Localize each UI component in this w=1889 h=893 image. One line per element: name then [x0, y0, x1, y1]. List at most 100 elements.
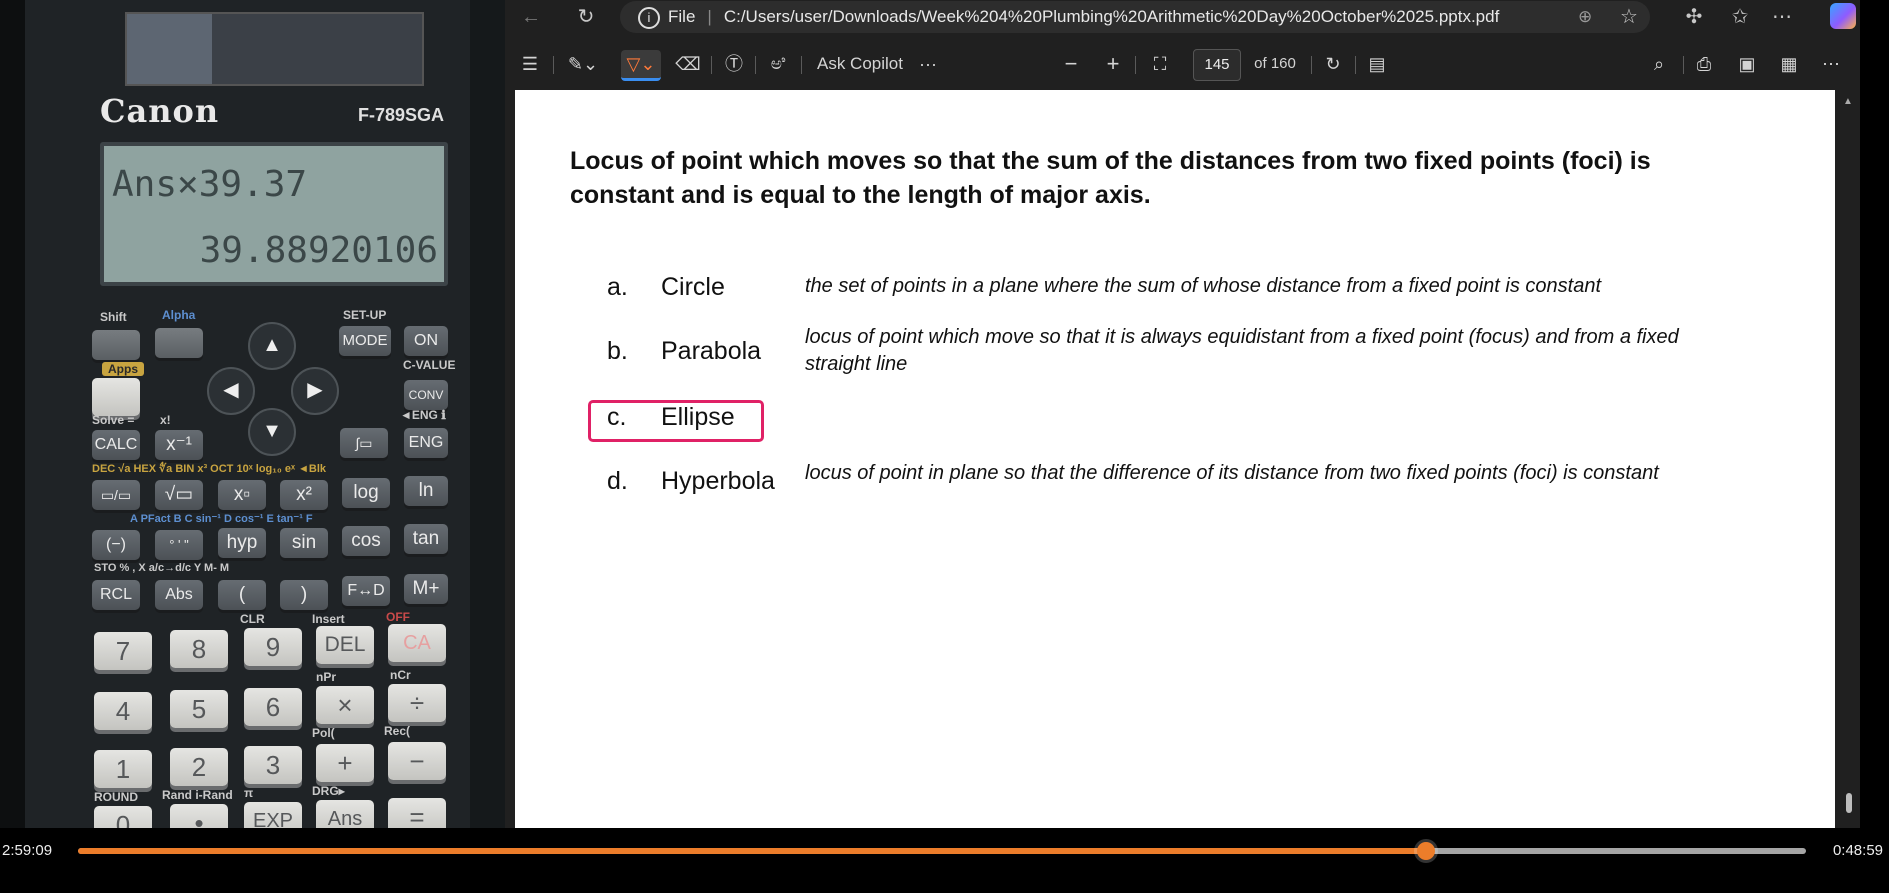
settings-more-icon[interactable]: ⋯ — [1817, 50, 1845, 78]
address-url: C:/Users/user/Downloads/Week%204%20Plumb… — [723, 7, 1500, 26]
back-icon[interactable]: ← — [518, 4, 544, 30]
on-key: ON — [404, 326, 448, 356]
sin-key: sin — [280, 528, 328, 558]
info-icon[interactable]: i — [638, 6, 660, 29]
calculator-brand: Canon — [100, 92, 220, 130]
degree-key: ° ' " — [155, 530, 203, 560]
copilot-icon[interactable] — [1830, 3, 1856, 29]
rec-label: Rec( — [384, 724, 411, 738]
digit-3-key: 3 — [244, 746, 302, 784]
right-arrow-key: ▶ — [291, 367, 339, 415]
up-arrow-key: ▲ — [248, 322, 296, 370]
round-label: ROUND — [94, 790, 138, 804]
pi-label: π — [244, 786, 254, 800]
pdf-toolbar: ☰ ✎⌄ ▽⌄ ⌫ Ⓣ ಅಿ Ask Copilot ··· − + ⛶ 145… — [505, 44, 1860, 84]
favorites-icon[interactable]: ✩ — [1727, 4, 1753, 30]
save-as-icon[interactable]: ▦ — [1775, 50, 1803, 78]
rotate-icon[interactable]: ↻ — [1319, 50, 1347, 78]
refresh-icon[interactable]: ↻ — [573, 4, 599, 30]
more-icon[interactable]: ⋯ — [1769, 4, 1795, 30]
contents-icon[interactable]: ☰ — [517, 50, 543, 78]
address-field[interactable]: i File | C:/Users/user/Downloads/Week%204%2… — [620, 1, 1650, 33]
option-description: locus of point which move so that it is … — [805, 326, 1679, 375]
scrollbar-thumb[interactable] — [1846, 793, 1852, 813]
favorite-star-icon[interactable]: ☆ — [1620, 1, 1638, 33]
address-prefix: File — [668, 7, 696, 26]
draw-tool-button[interactable]: ▽⌄ — [621, 50, 661, 81]
digit-9-key: 9 — [244, 628, 302, 666]
left-paren-key: ( — [218, 580, 266, 610]
option-description: locus of point in plane so that the diff… — [805, 462, 1659, 484]
elapsed-time: 2:59:09 — [2, 842, 53, 859]
factorial-label: x! — [160, 413, 171, 427]
toolbar-more-button[interactable]: ··· — [915, 50, 941, 78]
option-letter: b. — [607, 337, 628, 365]
display-input-line: Ans×39.37 — [112, 164, 308, 205]
video-player-bar: 2:59:09 0:48:59 — [0, 828, 1889, 893]
pdf-viewer-window: ← ↻ i File | C:/Users/user/Downloads/Week%2… — [505, 0, 1860, 828]
eraser-icon[interactable]: ⌫ — [675, 50, 701, 78]
save-icon[interactable]: ▣ — [1733, 50, 1761, 78]
zoom-in-button[interactable]: + — [1100, 50, 1126, 78]
option-name: Hyperbola — [661, 467, 775, 495]
option-name: Circle — [661, 273, 725, 301]
vertical-scrollbar[interactable] — [1835, 90, 1860, 828]
calculator-display: Ans×39.37 39.88920106 — [100, 142, 448, 286]
search-icon[interactable]: ⌕ — [1645, 50, 1673, 78]
rcl-key: RCL — [92, 580, 140, 610]
progress-track[interactable] — [78, 842, 1806, 860]
eng-key: ENG — [404, 428, 448, 458]
inverse-key: x⁻¹ — [155, 430, 203, 460]
calculator-model: F-789SGA — [358, 105, 445, 125]
zoom-icon[interactable]: ⊕ — [1578, 1, 1592, 33]
highlight-tool-icon[interactable]: ✎⌄ — [563, 50, 603, 78]
scroll-up-icon[interactable]: ▲ — [1843, 96, 1853, 107]
dec-hex-label: DEC √a HEX ∜a BIN x³ OCT 10ˣ log₁₀ eˣ ◄B… — [92, 463, 327, 475]
page-number-input[interactable]: 145 — [1193, 49, 1241, 81]
solve-label: Solve = — [92, 413, 135, 427]
sin-row-label: A PFact B C sin⁻¹ D cos⁻¹ E tan⁻¹ F — [130, 513, 313, 525]
off-label: OFF — [386, 610, 410, 624]
tan-key: tan — [404, 524, 448, 554]
calc-key: CALC — [92, 430, 140, 460]
pdf-page: Locus of point which moves so that the s… — [515, 90, 1835, 828]
alpha-label: Alpha — [162, 308, 196, 322]
cvalue-label: C-VALUE — [403, 358, 456, 372]
digit-5-key: 5 — [170, 690, 228, 728]
progress-scrubber[interactable] — [1416, 842, 1435, 860]
display-result-line: 39.88920106 — [199, 230, 438, 271]
option-letter: d. — [607, 467, 628, 495]
plus-key: + — [316, 744, 374, 782]
setup-label: SET-UP — [343, 308, 387, 322]
fit-page-icon[interactable]: ⛶ — [1145, 50, 1175, 78]
calculator-edge — [470, 0, 505, 893]
digit-2-key: 2 — [170, 748, 228, 786]
hyp-key: hyp — [218, 528, 266, 558]
integral-key: ∫▭ — [340, 428, 388, 458]
solar-panel — [125, 12, 424, 86]
read-aloud-button[interactable]: ಅಿ — [763, 50, 793, 78]
fraction-decimal-key: F↔D — [342, 576, 390, 606]
print-icon[interactable]: ⎙ — [1690, 50, 1718, 78]
sto-row-label: STO % , X a/c→d/c Y M- M — [94, 562, 230, 574]
shift-label: Shift — [100, 310, 127, 324]
minus-key: − — [388, 742, 446, 780]
zoom-out-button[interactable]: − — [1058, 50, 1084, 78]
clear-all-key: CA — [388, 624, 446, 662]
clr-label: CLR — [240, 612, 265, 626]
multiply-key: × — [316, 686, 374, 724]
ask-copilot-button[interactable]: Ask Copilot — [811, 50, 909, 78]
add-text-icon[interactable]: Ⓣ — [721, 50, 747, 78]
fraction-key: ▭/▭ — [92, 480, 140, 510]
digit-8-key: 8 — [170, 630, 228, 668]
question-text: Locus of point which moves so that the s… — [570, 147, 1651, 209]
ln-key: ln — [404, 476, 448, 506]
page-view-icon[interactable]: ▤ — [1363, 50, 1391, 78]
del-key: DEL — [316, 626, 374, 664]
apps-label: Apps — [102, 362, 144, 376]
square-key: x² — [280, 480, 328, 510]
apps-key — [92, 378, 140, 416]
shift-key — [92, 330, 140, 360]
extensions-icon[interactable]: ✣ — [1681, 4, 1707, 30]
digit-6-key: 6 — [244, 688, 302, 726]
